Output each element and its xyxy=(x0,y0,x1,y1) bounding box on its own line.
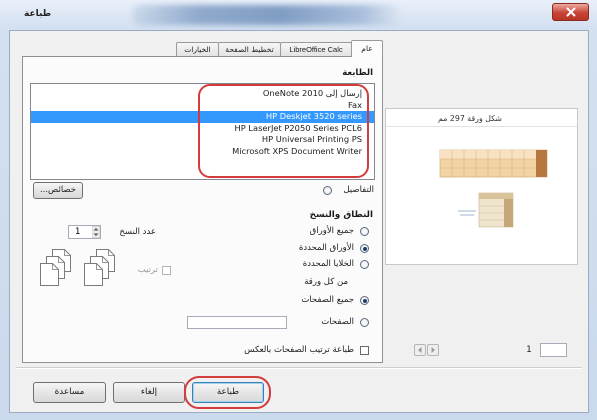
copies-label: عدد النسخ xyxy=(119,227,156,237)
collate-icon xyxy=(84,249,115,286)
spinner-arrows-icon[interactable] xyxy=(92,226,100,238)
range-heading: النطاق والنسخ xyxy=(309,210,373,220)
footer-separator xyxy=(16,367,582,369)
preview-title: شكل ورقة 297 مم xyxy=(438,114,502,123)
preview-page xyxy=(386,126,577,228)
radio-all-pages[interactable] xyxy=(360,296,369,305)
chevron-left-icon xyxy=(418,347,422,353)
properties-button[interactable]: خصائص... xyxy=(33,182,83,199)
preview-small-table xyxy=(478,192,514,228)
close-button[interactable] xyxy=(552,3,589,21)
radio-selected-sheets[interactable] xyxy=(360,244,369,253)
radio-selected-sheets-label: الأوراق المحددة xyxy=(298,243,354,253)
tab-options[interactable]: الخيارات xyxy=(176,42,219,57)
help-button[interactable]: مساعدة xyxy=(33,382,106,403)
next-page-button[interactable] xyxy=(427,344,439,356)
tab-page-layout[interactable]: تخطيط الصفحة xyxy=(218,42,281,57)
close-icon xyxy=(566,7,576,17)
title-bar-decoration xyxy=(132,5,402,25)
page-number-label: 1 xyxy=(526,345,532,355)
reverse-order-label: طباعة ترتيب الصفحات بالعكس xyxy=(244,345,354,355)
pages-input[interactable] xyxy=(187,316,287,329)
radio-all-sheets[interactable] xyxy=(360,227,369,236)
details-label[interactable]: التفاصيل xyxy=(334,185,374,196)
radio-pages[interactable] xyxy=(360,318,369,327)
details-expander-icon[interactable] xyxy=(323,186,332,195)
collate-checkbox[interactable] xyxy=(162,266,171,275)
collate-icon xyxy=(40,249,71,286)
page-number-input[interactable] xyxy=(540,343,567,357)
annotation-highlight-printers xyxy=(198,84,369,178)
prev-page-button[interactable] xyxy=(414,344,426,356)
collate-label: ترتيب xyxy=(137,265,158,275)
chevron-right-icon xyxy=(431,347,435,353)
window-title: طباعة xyxy=(24,9,52,19)
cancel-button[interactable]: إلغاء xyxy=(113,382,185,403)
printer-label: الطابعة xyxy=(342,68,373,78)
radio-all-sheets-label: جميع الأوراق xyxy=(309,226,354,236)
annotation-highlight-print-button xyxy=(184,376,271,409)
tab-general[interactable]: عام xyxy=(351,40,383,57)
preview-table xyxy=(439,149,548,178)
from-each-sheet-label: من كل ورقة xyxy=(304,277,348,287)
radio-selected-cells[interactable] xyxy=(360,260,369,269)
reverse-order-checkbox[interactable] xyxy=(360,346,369,355)
radio-all-pages-label: جميع الصفحات xyxy=(301,295,354,305)
radio-selected-cells-label: الخلايا المحددة xyxy=(302,259,354,269)
radio-pages-label: الصفحات xyxy=(321,317,354,327)
tab-libreoffice-calc[interactable]: LibreOffice Calc xyxy=(280,42,352,57)
preview-text-lines xyxy=(458,210,476,216)
